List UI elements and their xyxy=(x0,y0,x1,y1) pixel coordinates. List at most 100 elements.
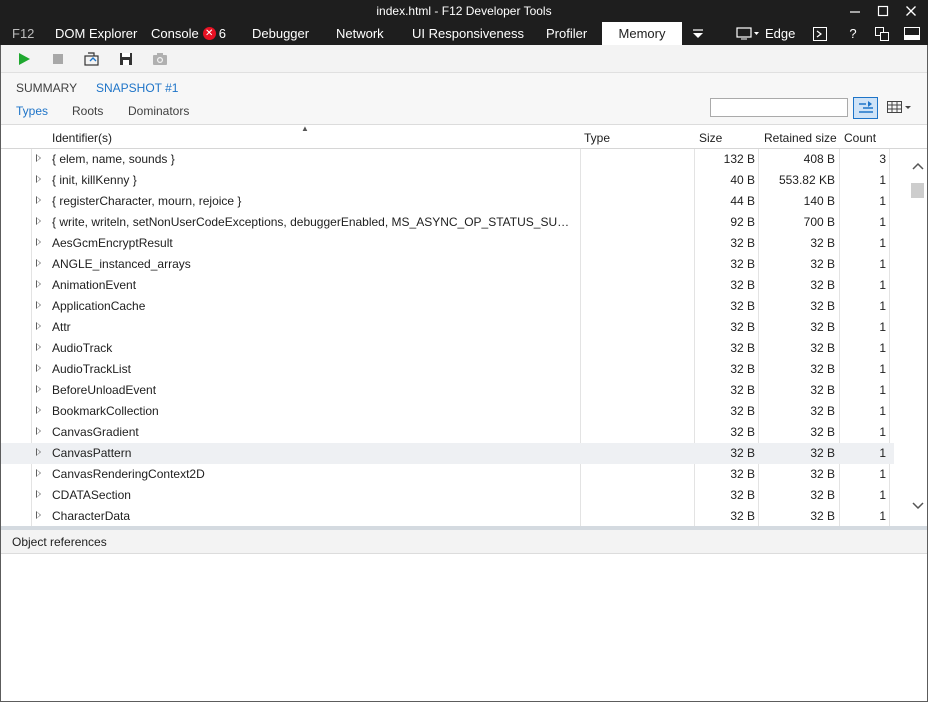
size-cell: 32 B xyxy=(730,299,755,313)
console-prompt-icon xyxy=(813,27,827,41)
expand-arrow-icon[interactable] xyxy=(36,154,41,162)
view-tab-types[interactable]: Types xyxy=(16,104,48,118)
tab-f12[interactable]: F12 xyxy=(12,22,34,45)
expand-arrow-icon[interactable] xyxy=(36,217,41,225)
retained-size-cell: 32 B xyxy=(810,362,835,376)
table-row[interactable]: { init, killKenny } 40 B 553.82 KB 1 xyxy=(0,170,894,191)
table-row[interactable]: Attr 32 B 32 B 1 xyxy=(0,317,894,338)
search-input[interactable] xyxy=(710,98,848,117)
object-references-title: Object references xyxy=(12,535,107,549)
retained-size-cell: 32 B xyxy=(810,467,835,481)
column-header-count[interactable]: Count xyxy=(844,131,876,145)
column-header-identifier[interactable]: Identifier(s) xyxy=(52,131,112,145)
column-header-type[interactable]: Type xyxy=(584,131,610,145)
snapshot-view-bar: SUMMARY SNAPSHOT #1 Types Roots Dominato… xyxy=(0,73,928,125)
error-icon: ✕ xyxy=(202,27,216,41)
table-row[interactable]: CanvasGradient 32 B 32 B 1 xyxy=(0,422,894,443)
expand-arrow-icon[interactable] xyxy=(36,364,41,372)
count-cell: 1 xyxy=(879,467,886,481)
close-button[interactable] xyxy=(896,0,926,22)
expand-arrow-icon[interactable] xyxy=(36,448,41,456)
tab-console[interactable]: Console ✕ 6 xyxy=(151,22,226,45)
window-title: index.html - F12 Developer Tools xyxy=(376,4,552,18)
undock-button[interactable] xyxy=(872,22,892,45)
retained-size-cell: 32 B xyxy=(810,404,835,418)
size-cell: 32 B xyxy=(730,278,755,292)
scroll-down-arrow-icon[interactable] xyxy=(912,501,924,511)
column-header-retained-size[interactable]: Retained size xyxy=(764,131,837,145)
help-button[interactable]: ? xyxy=(845,22,861,45)
table-row[interactable]: { elem, name, sounds } 132 B 408 B 3 xyxy=(0,149,894,170)
columns-menu-button[interactable] xyxy=(885,97,913,119)
table-row[interactable]: BeforeUnloadEvent 32 B 32 B 1 xyxy=(0,380,894,401)
tab-memory[interactable]: Memory xyxy=(602,22,682,45)
expand-arrow-icon[interactable] xyxy=(36,196,41,204)
table-row[interactable]: AesGcmEncryptResult 32 B 32 B 1 xyxy=(0,233,894,254)
emulation-device-button[interactable] xyxy=(733,22,763,45)
object-references-header: Object references xyxy=(0,530,928,554)
table-columns-icon xyxy=(887,101,911,113)
identifier-cell: Attr xyxy=(52,320,71,334)
view-tab-roots[interactable]: Roots xyxy=(72,104,103,118)
tab-ui-responsiveness[interactable]: UI Responsiveness xyxy=(412,22,524,45)
expand-arrow-icon[interactable] xyxy=(36,322,41,330)
table-row[interactable]: AudioTrackList 32 B 32 B 1 xyxy=(0,359,894,380)
emulation-mode-label[interactable]: Edge xyxy=(765,22,795,45)
maximize-button[interactable] xyxy=(868,0,898,22)
expand-arrow-icon[interactable] xyxy=(36,406,41,414)
tab-debugger[interactable]: Debugger xyxy=(252,22,309,45)
vertical-scrollbar[interactable] xyxy=(908,149,928,526)
scroll-up-arrow-icon[interactable] xyxy=(912,161,924,171)
take-snapshot-button[interactable] xyxy=(152,51,168,67)
start-profiling-button[interactable] xyxy=(16,51,32,67)
import-button[interactable] xyxy=(84,51,100,67)
stop-profiling-button[interactable] xyxy=(50,51,66,67)
dock-bottom-icon xyxy=(904,27,920,40)
summary-link[interactable]: SUMMARY xyxy=(16,81,77,95)
table-row[interactable]: { registerCharacter, mourn, rejoice } 44 … xyxy=(0,191,894,212)
stop-icon xyxy=(53,54,63,64)
tab-network[interactable]: Network xyxy=(336,22,384,45)
expand-arrow-icon[interactable] xyxy=(36,280,41,288)
table-row[interactable]: CharacterData 32 B 32 B 1 xyxy=(0,506,894,526)
table-row[interactable]: CDATASection 32 B 32 B 1 xyxy=(0,485,894,506)
tab-dom-explorer[interactable]: DOM Explorer xyxy=(55,22,137,45)
table-row[interactable]: CanvasPattern 32 B 32 B 1 xyxy=(0,443,894,464)
dock-bottom-button[interactable] xyxy=(902,22,922,45)
export-button[interactable] xyxy=(118,51,134,67)
column-header-size[interactable]: Size xyxy=(699,131,722,145)
table-row[interactable]: { write, writeln, setNonUserCodeExceptio… xyxy=(0,212,894,233)
snapshot-link[interactable]: SNAPSHOT #1 xyxy=(96,81,178,95)
table-row[interactable]: BookmarkCollection 32 B 32 B 1 xyxy=(0,401,894,422)
table-row[interactable]: ApplicationCache 32 B 32 B 1 xyxy=(0,296,894,317)
tab-overflow-button[interactable] xyxy=(688,22,708,45)
size-cell: 32 B xyxy=(730,488,755,502)
expand-arrow-icon[interactable] xyxy=(36,301,41,309)
expand-arrow-icon[interactable] xyxy=(36,511,41,519)
minimize-button[interactable] xyxy=(840,0,870,22)
expand-arrow-icon[interactable] xyxy=(36,490,41,498)
expand-arrow-icon[interactable] xyxy=(36,343,41,351)
expand-arrow-icon[interactable] xyxy=(36,427,41,435)
table-row[interactable]: CanvasRenderingContext2D 32 B 32 B 1 xyxy=(0,464,894,485)
expand-arrow-icon[interactable] xyxy=(36,238,41,246)
count-cell: 1 xyxy=(879,173,886,187)
table-row[interactable]: ANGLE_instanced_arrays 32 B 32 B 1 xyxy=(0,254,894,275)
expand-arrow-icon[interactable] xyxy=(36,469,41,477)
count-cell: 1 xyxy=(879,488,886,502)
expand-arrow-icon[interactable] xyxy=(36,259,41,267)
tab-profiler[interactable]: Profiler xyxy=(546,22,587,45)
console-toggle-button[interactable] xyxy=(810,22,830,45)
fold-objects-button[interactable] xyxy=(853,97,878,119)
error-count: 6 xyxy=(218,26,226,41)
retained-size-cell: 140 B xyxy=(803,194,835,208)
expand-arrow-icon[interactable] xyxy=(36,175,41,183)
size-cell: 32 B xyxy=(730,341,755,355)
expand-arrow-icon[interactable] xyxy=(36,385,41,393)
table-row[interactable]: AudioTrack 32 B 32 B 1 xyxy=(0,338,894,359)
view-tab-dominators[interactable]: Dominators xyxy=(128,104,189,118)
identifier-cell: AesGcmEncryptResult xyxy=(52,236,173,250)
table-row[interactable]: AnimationEvent 32 B 32 B 1 xyxy=(0,275,894,296)
title-bar: index.html - F12 Developer Tools xyxy=(0,0,928,22)
scrollbar-thumb[interactable] xyxy=(911,183,924,198)
